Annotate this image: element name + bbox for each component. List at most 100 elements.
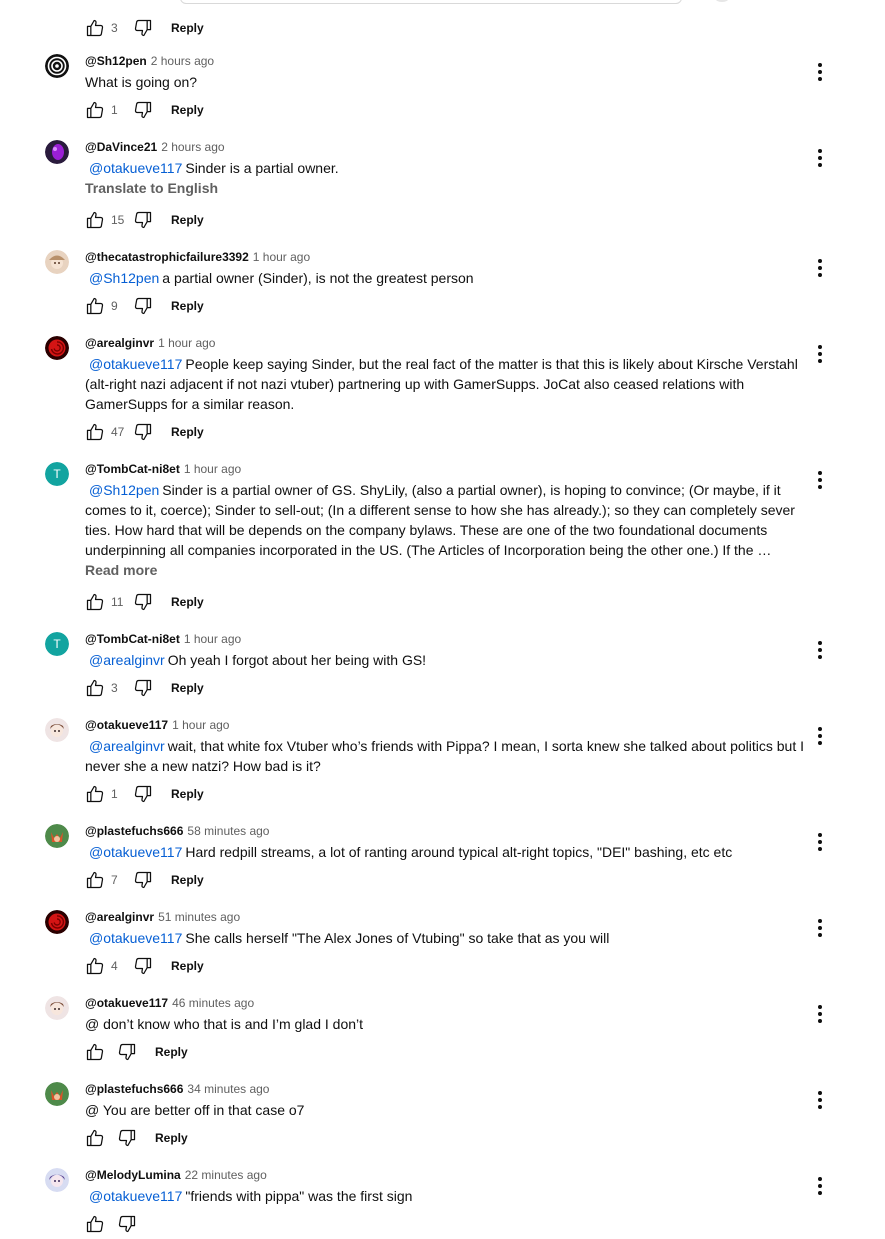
comment-author[interactable]: @arealginvr — [85, 336, 154, 350]
comment-author[interactable]: @thecatastrophicfailure3392 — [85, 250, 249, 264]
thumbs-down-icon[interactable] — [133, 100, 153, 120]
avatar[interactable] — [45, 824, 69, 848]
avatar[interactable] — [45, 996, 69, 1020]
thumbs-down-icon[interactable] — [133, 210, 153, 230]
thumbs-down-icon[interactable] — [133, 422, 153, 442]
reply-button[interactable]: Reply — [171, 21, 204, 35]
avatar[interactable] — [45, 140, 69, 164]
reply-button[interactable]: Reply — [171, 595, 204, 609]
thumbs-down-icon[interactable] — [133, 296, 153, 316]
thumbs-up-icon[interactable] — [85, 1042, 105, 1062]
thumbs-up-icon[interactable] — [85, 210, 105, 230]
comment-timestamp[interactable]: 1 hour ago — [158, 336, 215, 350]
thumbs-down-icon[interactable] — [133, 870, 153, 890]
comment-body: Hard redpill streams, a lot of ranting a… — [185, 844, 733, 860]
comment-timestamp[interactable]: 1 hour ago — [253, 250, 310, 264]
reply-button[interactable]: Reply — [171, 681, 204, 695]
comment-author[interactable]: @DaVince21 — [85, 140, 157, 154]
thumbs-down-icon[interactable] — [133, 678, 153, 698]
reply-button[interactable]: Reply — [155, 1045, 188, 1059]
more-actions-icon[interactable] — [812, 62, 828, 82]
thumbs-up-icon[interactable] — [85, 296, 105, 316]
thumbs-up-icon[interactable] — [85, 18, 105, 38]
reply-button[interactable]: Reply — [171, 873, 204, 887]
thumbs-up-icon[interactable] — [85, 1214, 105, 1234]
comment-author[interactable]: @arealginvr — [85, 910, 154, 924]
comment-author[interactable]: @otakueve117 — [85, 718, 168, 732]
more-actions-icon[interactable] — [812, 258, 828, 278]
thumbs-up-icon[interactable] — [85, 678, 105, 698]
avatar[interactable] — [45, 1168, 69, 1192]
thumbs-down-icon[interactable] — [133, 784, 153, 804]
avatar[interactable]: T — [45, 632, 69, 656]
thumbs-up-icon[interactable] — [85, 1128, 105, 1148]
comment-timestamp[interactable]: 1 hour ago — [172, 718, 229, 732]
translate-button[interactable]: Translate to English — [85, 180, 218, 196]
comment-author[interactable]: @plastefuchs666 — [85, 824, 183, 838]
comment-timestamp[interactable]: 34 minutes ago — [187, 1082, 269, 1096]
more-actions-icon[interactable] — [812, 640, 828, 660]
avatar[interactable] — [45, 1082, 69, 1106]
thumbs-down-icon[interactable] — [117, 1214, 137, 1234]
more-actions-icon[interactable] — [812, 470, 828, 490]
comment-timestamp[interactable]: 51 minutes ago — [158, 910, 240, 924]
more-actions-icon[interactable] — [812, 726, 828, 746]
mention-link[interactable]: @arealginvr — [89, 738, 165, 754]
comment-author[interactable]: @otakueve117 — [85, 996, 168, 1010]
avatar[interactable] — [45, 250, 69, 274]
thumbs-down-icon[interactable] — [117, 1128, 137, 1148]
reply-button[interactable]: Reply — [171, 103, 204, 117]
mention-link[interactable]: @otakueve117 — [89, 930, 182, 946]
thumbs-up-icon[interactable] — [85, 956, 105, 976]
reply-button[interactable]: Reply — [171, 213, 204, 227]
comment-timestamp[interactable]: 22 minutes ago — [185, 1168, 267, 1182]
more-actions-icon[interactable] — [812, 1090, 828, 1110]
more-actions-icon[interactable] — [812, 832, 828, 852]
thumbs-up-icon[interactable] — [85, 592, 105, 612]
mention-link[interactable]: @arealginvr — [89, 652, 165, 668]
reply-button[interactable]: Reply — [171, 299, 204, 313]
comment-author[interactable]: @TombCat-ni8et — [85, 632, 180, 646]
mention-link[interactable]: @otakueve117 — [89, 844, 182, 860]
comment-author[interactable]: @plastefuchs666 — [85, 1082, 183, 1096]
thumbs-down-icon[interactable] — [133, 18, 153, 38]
more-actions-icon[interactable] — [812, 344, 828, 364]
thumbs-up-icon[interactable] — [85, 784, 105, 804]
comment-timestamp[interactable]: 1 hour ago — [184, 632, 241, 646]
reply-button[interactable]: Reply — [171, 425, 204, 439]
thumbs-down-icon[interactable] — [117, 1042, 137, 1062]
avatar[interactable] — [45, 336, 69, 360]
comment-timestamp[interactable]: 46 minutes ago — [172, 996, 254, 1010]
mention-link[interactable]: @otakueve117 — [89, 160, 182, 176]
avatar[interactable]: T — [45, 462, 69, 486]
comment-timestamp[interactable]: 58 minutes ago — [187, 824, 269, 838]
avatar[interactable] — [45, 910, 69, 934]
thumbs-up-icon[interactable] — [85, 100, 105, 120]
more-actions-icon[interactable] — [812, 918, 828, 938]
thumbs-down-icon[interactable] — [133, 956, 153, 976]
reply-button[interactable]: Reply — [171, 959, 204, 973]
thumbs-down-icon[interactable] — [133, 592, 153, 612]
avatar[interactable] — [45, 718, 69, 742]
more-actions-icon[interactable] — [812, 1004, 828, 1024]
reply-button[interactable]: Reply — [155, 1131, 188, 1145]
comment-timestamp[interactable]: 2 hours ago — [161, 140, 224, 154]
comment-author[interactable]: @MelodyLumina — [85, 1168, 181, 1182]
avatar[interactable] — [45, 54, 69, 78]
comment-author[interactable]: @TombCat-ni8et — [85, 462, 180, 476]
mention-link[interactable]: @Sh12pen — [89, 270, 159, 286]
emoji-button-edge[interactable] — [715, 0, 729, 2]
read-more-button[interactable]: Read more — [85, 562, 157, 578]
reply-button[interactable]: Reply — [171, 787, 204, 801]
comment-author[interactable]: @Sh12pen — [85, 54, 147, 68]
comment-timestamp[interactable]: 2 hours ago — [151, 54, 214, 68]
reply-input-edge[interactable] — [180, 0, 682, 4]
more-actions-icon[interactable] — [812, 1176, 828, 1196]
thumbs-up-icon[interactable] — [85, 870, 105, 890]
mention-link[interactable]: @otakueve117 — [89, 1188, 182, 1204]
thumbs-up-icon[interactable] — [85, 422, 105, 442]
mention-link[interactable]: @otakueve117 — [89, 356, 182, 372]
more-actions-icon[interactable] — [812, 148, 828, 168]
mention-link[interactable]: @Sh12pen — [89, 482, 159, 498]
comment-timestamp[interactable]: 1 hour ago — [184, 462, 241, 476]
